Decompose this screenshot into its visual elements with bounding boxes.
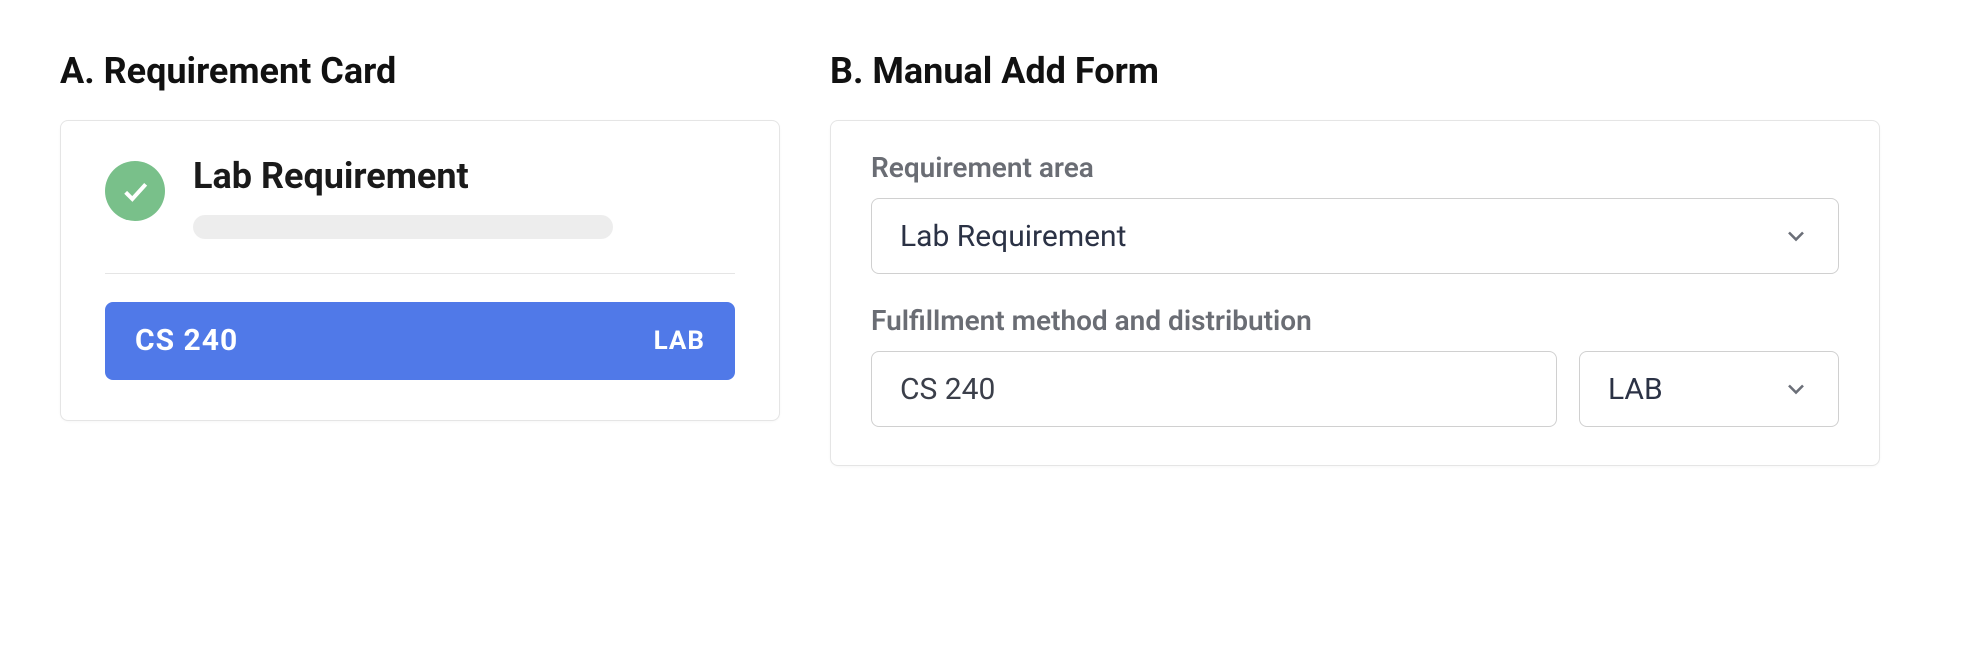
select-distribution-value: LAB	[1608, 372, 1663, 407]
course-tag: LAB	[654, 326, 705, 356]
panel-requirement-card: A. Requirement Card Lab Requirement CS 2…	[60, 50, 780, 622]
select-requirement-area-value: Lab Requirement	[900, 219, 1126, 254]
select-requirement-area[interactable]: Lab Requirement	[871, 198, 1839, 274]
form-group-requirement-area: Requirement area Lab Requirement	[871, 151, 1839, 274]
requirement-card: Lab Requirement CS 240 LAB	[60, 120, 780, 421]
input-course-code-value: CS 240	[900, 372, 995, 407]
status-complete-icon	[105, 161, 165, 221]
select-distribution[interactable]: LAB	[1579, 351, 1839, 427]
panel-b-heading: B. Manual Add Form	[830, 50, 1880, 92]
requirement-header: Lab Requirement	[105, 157, 735, 239]
divider	[105, 273, 735, 274]
course-pill[interactable]: CS 240 LAB	[105, 302, 735, 380]
label-requirement-area: Requirement area	[871, 151, 1839, 184]
panel-manual-add-form: B. Manual Add Form Requirement area Lab …	[830, 50, 1880, 622]
requirement-title-block: Lab Requirement	[193, 157, 735, 239]
manual-add-form-card: Requirement area Lab Requirement Fulfill…	[830, 120, 1880, 466]
chevron-down-icon	[1782, 375, 1810, 403]
panel-a-heading: A. Requirement Card	[60, 50, 780, 92]
input-course-code[interactable]: CS 240	[871, 351, 1557, 427]
chevron-down-icon	[1782, 222, 1810, 250]
form-group-fulfillment: Fulfillment method and distribution CS 2…	[871, 304, 1839, 427]
requirement-title: Lab Requirement	[193, 157, 735, 197]
label-fulfillment: Fulfillment method and distribution	[871, 304, 1839, 337]
requirement-subtitle-skeleton	[193, 215, 613, 239]
course-code: CS 240	[135, 323, 238, 358]
